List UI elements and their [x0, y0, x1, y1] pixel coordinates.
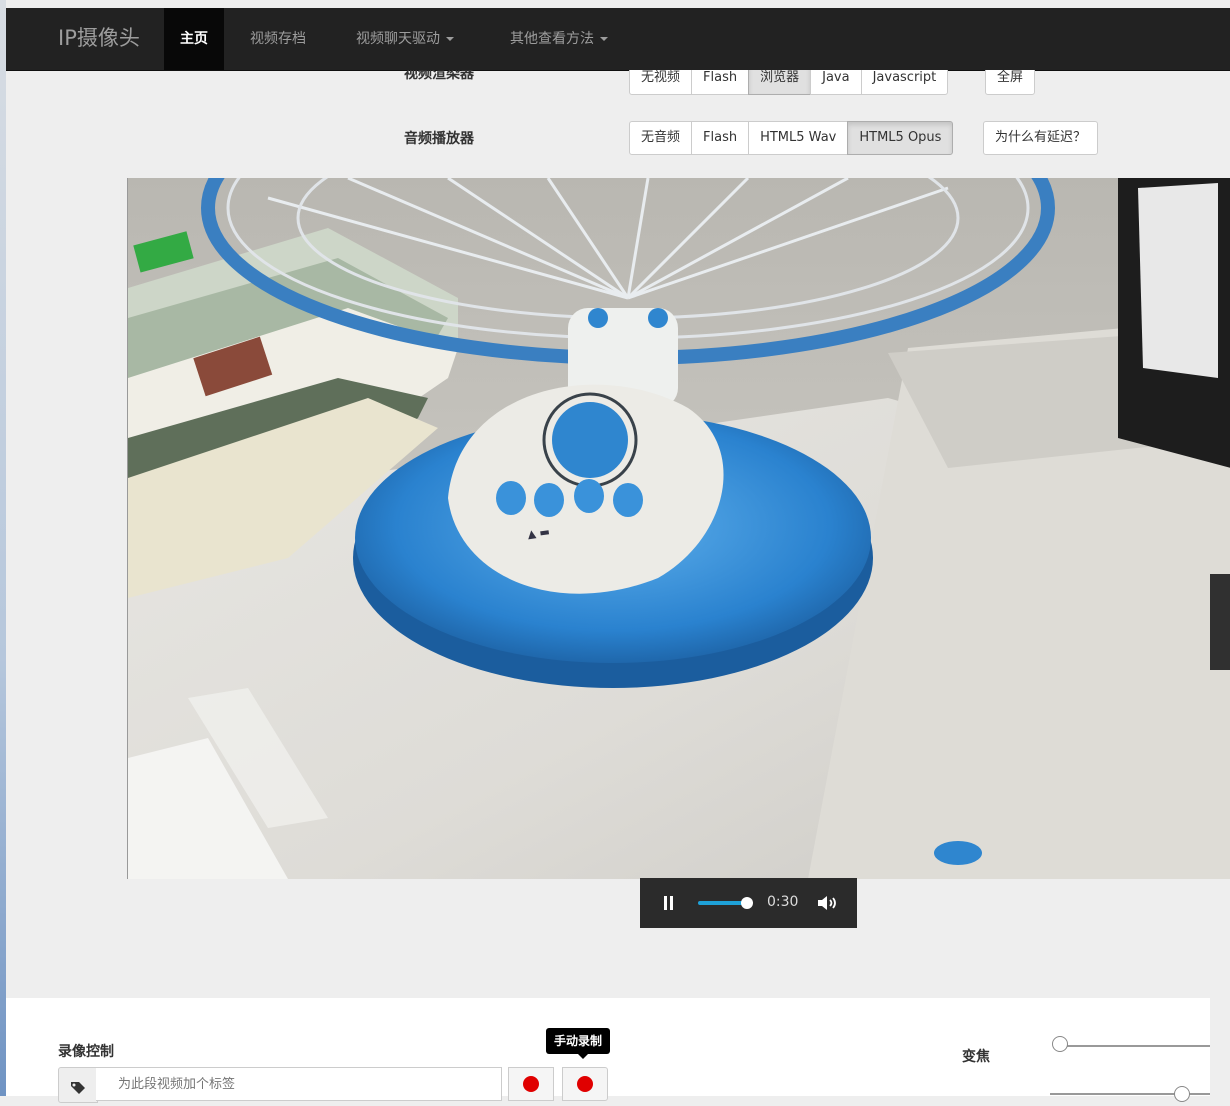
side-panel-edge: [1210, 574, 1230, 670]
tag-addon: [58, 1067, 98, 1103]
tag-icon: [71, 1082, 85, 1094]
nav-other-methods-tab[interactable]: 其他查看方法: [494, 8, 624, 70]
audio-player-none[interactable]: 无音频: [629, 121, 693, 155]
audio-player-label: 音频播放器: [404, 131, 474, 147]
pause-icon[interactable]: [664, 896, 674, 910]
time-display: 0:30: [767, 894, 799, 910]
brand-text[interactable]: IP摄像头: [58, 22, 140, 52]
manual-record-tooltip: 手动录制: [546, 1028, 611, 1054]
audio-player-html5-opus[interactable]: HTML5 Opus: [847, 121, 954, 155]
zoom-slider-track[interactable]: [1060, 1045, 1210, 1047]
why-delay-button[interactable]: 为什么有延迟？: [983, 121, 1099, 155]
nav-video-chat-tab-label: 视频聊天驱动: [356, 31, 440, 47]
tooltip-arrow: [578, 1054, 588, 1059]
nav-home-tab[interactable]: 主页: [164, 8, 224, 70]
record-dot-icon: [577, 1076, 593, 1092]
caret-down-icon: [600, 37, 608, 41]
player-controls: 0:30: [640, 878, 857, 928]
audio-player-html5-wav[interactable]: HTML5 Wav: [748, 121, 849, 155]
audio-player-flash[interactable]: Flash: [691, 121, 750, 155]
record-dot-icon: [523, 1076, 539, 1092]
nav-other-methods-tab-label: 其他查看方法: [510, 31, 594, 47]
second-slider-knob[interactable]: [1174, 1086, 1190, 1102]
audio-player-group: 无音频 Flash HTML5 Wav HTML5 Opus: [629, 121, 954, 155]
caret-down-icon: [446, 37, 454, 41]
video-stream[interactable]: ▲ ▬: [127, 178, 1230, 879]
progress-knob[interactable]: [741, 897, 753, 909]
zoom-label: 变焦: [962, 1049, 990, 1065]
recording-control-label: 录像控制: [58, 1044, 114, 1060]
window-edge: [0, 0, 6, 1096]
nav-video-chat-tab[interactable]: 视频聊天驱动: [340, 8, 470, 70]
nav-video-archive-tab[interactable]: 视频存档: [234, 8, 322, 70]
zoom-slider-knob[interactable]: [1052, 1036, 1068, 1052]
volume-icon[interactable]: [818, 896, 840, 910]
camera-frame-image: ▲ ▬: [128, 178, 1230, 879]
